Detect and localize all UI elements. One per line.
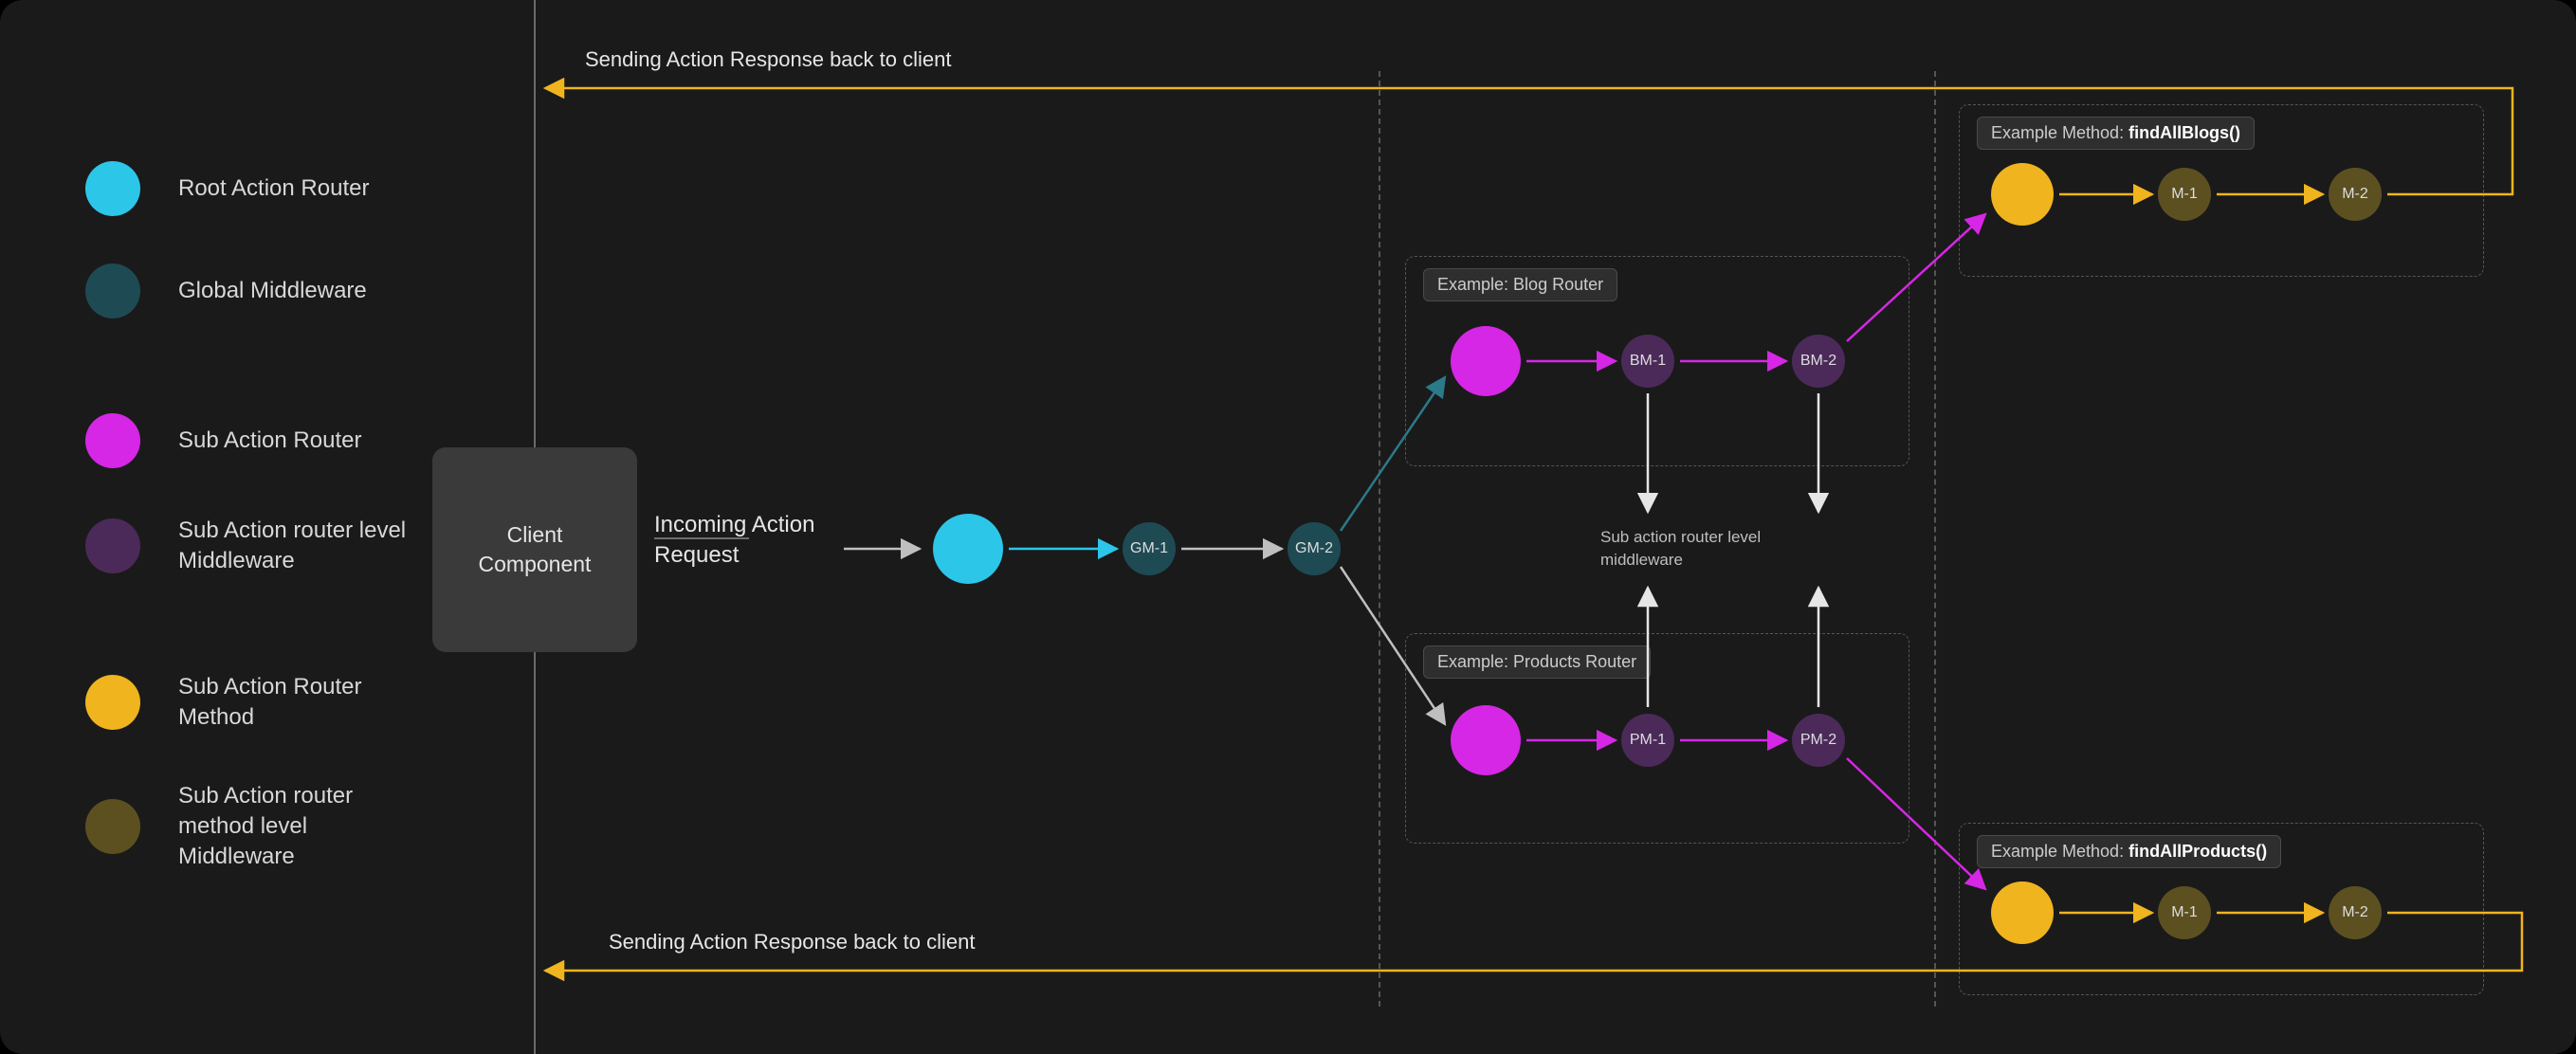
blogs-method-node [1991,163,2054,226]
panel-label-prefix: Example Method: [1991,842,2128,861]
response-bottom-label: Sending Action Response back to client [609,930,975,954]
node-label: GM-1 [1130,540,1168,557]
products-router-node [1451,705,1521,775]
blogs-method-mw-1: M-1 [2158,168,2211,221]
legend-row-method-mw: Sub Action router method level Middlewar… [85,781,425,873]
panel-label: Example Method: findAllBlogs() [1977,117,2255,150]
panel-label-name: Products Router [1513,652,1636,671]
circle-icon [85,161,140,216]
client-component-box: Client Component [432,447,637,652]
products-method-mw-2: M-2 [2329,886,2382,939]
legend-row-sub-router-mw: Sub Action router level Middleware [85,516,425,577]
node-label: PM-1 [1630,732,1666,749]
node-label: BM-2 [1800,353,1836,370]
node-label: BM-1 [1630,353,1666,370]
circle-icon [85,799,140,854]
blog-router-node [1451,326,1521,396]
mid-note: Sub action router level middleware [1600,526,1761,572]
circle-icon [85,518,140,573]
node-label: GM-2 [1295,540,1333,557]
node-label: M-1 [2171,904,2198,921]
legend-row-root-router: Root Action Router [85,161,425,216]
blog-mw-node-1: BM-1 [1621,335,1674,388]
blogs-method-mw-2: M-2 [2329,168,2382,221]
incoming-request-label: Incoming Action Request [654,510,814,572]
panel-label-name: findAllProducts() [2128,842,2267,861]
legend-label: Sub Action Router Method [178,672,425,734]
global-mw-node-1: GM-1 [1123,522,1176,575]
region-divider-1 [1379,71,1380,1007]
circle-icon [85,675,140,730]
circle-icon [85,413,140,468]
legend-row-sub-router: Sub Action Router [85,413,425,468]
legend-label: Root Action Router [178,173,369,204]
diagram-canvas: Root Action Router Global Middleware Sub… [0,0,2576,1054]
panel-label-name: findAllBlogs() [2128,123,2240,142]
panel-label-prefix: Example: [1437,275,1513,294]
panel-label-prefix: Example Method: [1991,123,2128,142]
legend-label: Sub Action Router [178,426,361,456]
node-label: M-1 [2171,186,2198,203]
panel-label: Example Method: findAllProducts() [1977,835,2281,868]
node-label: PM-2 [1800,732,1836,749]
legend: Root Action Router Global Middleware Sub… [85,161,425,968]
products-mw-node-2: PM-2 [1792,714,1845,767]
legend-row-method: Sub Action Router Method [85,672,425,734]
client-component-label: Client Component [479,520,592,579]
response-top-label: Sending Action Response back to client [585,47,951,72]
legend-label: Sub Action router method level Middlewar… [178,781,425,873]
node-label: M-2 [2342,186,2368,203]
region-divider-2 [1934,71,1936,1007]
products-method-node [1991,881,2054,944]
panel-label-name: Blog Router [1513,275,1603,294]
blog-mw-node-2: BM-2 [1792,335,1845,388]
root-router-node [933,514,1003,584]
legend-label: Global Middleware [178,276,367,306]
panel-label: Example: Products Router [1423,645,1651,679]
panel-label: Example: Blog Router [1423,268,1617,301]
products-method-mw-1: M-1 [2158,886,2211,939]
products-mw-node-1: PM-1 [1621,714,1674,767]
node-label: M-2 [2342,904,2368,921]
legend-label: Sub Action router level Middleware [178,516,425,577]
legend-row-global-mw: Global Middleware [85,264,425,318]
panel-label-prefix: Example: [1437,652,1513,671]
global-mw-node-2: GM-2 [1288,522,1341,575]
circle-icon [85,264,140,318]
